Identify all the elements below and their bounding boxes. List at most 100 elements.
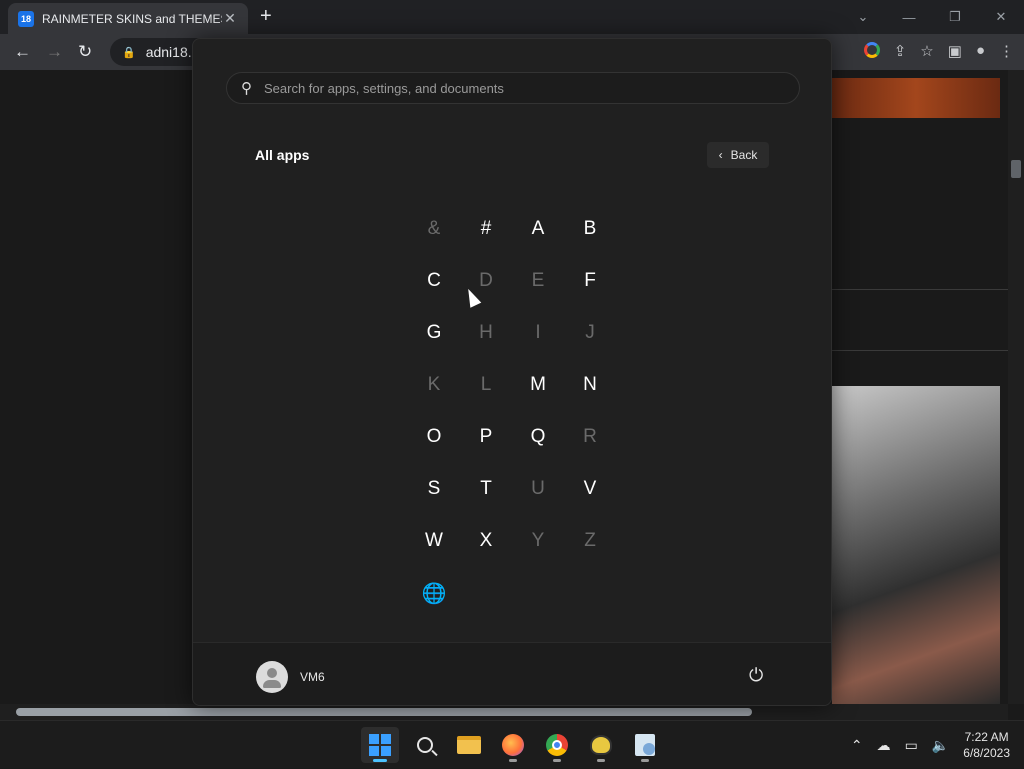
side-panel-icon[interactable]: ▣	[948, 42, 962, 60]
letter-k-button: K	[427, 374, 441, 395]
back-label: Back	[730, 148, 758, 162]
start-footer: VM6 ⏻	[193, 642, 831, 705]
search-placeholder: Search for apps, settings, and documents	[264, 80, 504, 96]
horizontal-scrollbar[interactable]	[0, 704, 1008, 720]
windows-logo-icon	[369, 734, 391, 756]
taskbar: ⌃ ☁ ▭ 🔈 7:22 AM 6/8/2023	[0, 720, 1024, 768]
bee-app-icon	[590, 735, 612, 755]
globe-icon: 🌐	[421, 582, 447, 605]
new-tab-button[interactable]: +	[260, 6, 272, 26]
url-text: adni18.c	[145, 44, 199, 60]
start-menu: ⚲ Search for apps, settings, and documen…	[192, 38, 832, 706]
clock[interactable]: 7:22 AM 6/8/2023	[963, 729, 1010, 761]
alphabet-grid: & # A B C D E F G H I J K L M N O P Q R S T U V W X Y Z 🌐	[408, 203, 616, 619]
profile-icon[interactable]: ●	[976, 42, 985, 60]
artwork-image	[832, 386, 1000, 704]
letter-c-button[interactable]: C	[408, 255, 460, 307]
chrome-icon	[546, 734, 568, 756]
onedrive-icon[interactable]: ☁	[877, 737, 891, 754]
letter-p-button[interactable]: P	[460, 411, 512, 463]
share-icon[interactable]: ⇪	[894, 42, 907, 60]
back-arrow-icon[interactable]: ←	[14, 42, 31, 62]
google-icon[interactable]	[863, 42, 880, 58]
menu-kebab-icon[interactable]: ⋮	[999, 42, 1014, 60]
letter-x-button[interactable]: X	[460, 515, 512, 567]
firefox-button[interactable]	[494, 727, 532, 763]
window-controls: ⌄ — ❐ ✕	[840, 0, 1024, 34]
search-icon	[417, 737, 433, 753]
vertical-scrollbar[interactable]	[1008, 70, 1024, 704]
file-explorer-button[interactable]	[450, 727, 488, 763]
letter-s-button[interactable]: S	[408, 463, 460, 515]
running-indicator	[509, 759, 517, 762]
browser-tab-bar: 18 RAINMETER SKINS and THEMES ✕ + ⌄ — ❐ …	[0, 0, 1024, 34]
scrollbar-thumb[interactable]	[16, 708, 752, 716]
date: 6/8/2023	[963, 746, 1010, 760]
user-avatar-icon[interactable]	[256, 661, 288, 693]
letter-ampersand-button: &	[427, 218, 441, 239]
letter-b-button[interactable]: B	[564, 203, 616, 255]
letter-n-button[interactable]: N	[564, 359, 616, 411]
search-icon: ⚲	[241, 80, 252, 97]
active-indicator	[373, 759, 387, 762]
restore-button[interactable]: ❐	[932, 0, 978, 34]
letter-g-button[interactable]: G	[408, 307, 460, 359]
divider	[832, 289, 1008, 290]
letter-q-button[interactable]: Q	[512, 411, 564, 463]
bookmark-star-icon[interactable]: ☆	[920, 42, 933, 60]
running-indicator	[553, 759, 561, 762]
letter-y-button: Y	[531, 530, 545, 551]
close-tab-icon[interactable]: ✕	[222, 10, 238, 27]
start-button[interactable]	[361, 727, 399, 763]
taskbar-search-button[interactable]	[406, 727, 444, 763]
toolbar-icons: ⇪ ☆ ▣ ● ⋮	[863, 42, 1014, 60]
letter-f-button[interactable]: F	[564, 255, 616, 307]
all-apps-title: All apps	[255, 147, 310, 163]
tab-search-icon[interactable]: ⌄	[840, 0, 886, 34]
letter-v-button[interactable]: V	[564, 463, 616, 515]
letter-u-button: U	[531, 478, 545, 499]
chevron-up-icon[interactable]: ⌃	[851, 737, 863, 754]
browser-tab[interactable]: 18 RAINMETER SKINS and THEMES ✕	[8, 3, 248, 34]
firefox-icon	[502, 734, 524, 756]
forward-arrow-icon[interactable]: →	[46, 42, 63, 62]
volume-icon[interactable]: 🔈	[932, 737, 949, 754]
letter-w-button[interactable]: W	[408, 515, 460, 567]
letter-o-button[interactable]: O	[408, 411, 460, 463]
letter-hash-button[interactable]: #	[460, 203, 512, 255]
letter-j-button: J	[585, 322, 595, 343]
time: 7:22 AM	[964, 730, 1009, 744]
letter-t-button[interactable]: T	[460, 463, 512, 515]
tab-title: RAINMETER SKINS and THEMES	[42, 11, 222, 26]
lock-icon: 🔒	[122, 46, 136, 59]
chrome-button[interactable]	[538, 727, 576, 763]
letter-z-button: Z	[584, 530, 596, 551]
letter-m-button[interactable]: M	[512, 359, 564, 411]
user-name[interactable]: VM6	[300, 670, 325, 684]
network-icon[interactable]: ▭	[905, 737, 918, 754]
system-tray: ⌃ ☁ ▭ 🔈 7:22 AM 6/8/2023	[851, 721, 1024, 769]
page-banner-image	[832, 78, 1000, 118]
power-icon[interactable]: ⏻	[749, 665, 763, 686]
chevron-left-icon: ‹	[718, 148, 723, 162]
letter-a-button[interactable]: A	[512, 203, 564, 255]
reload-icon[interactable]: ↻	[78, 42, 92, 62]
document-app-icon	[635, 734, 655, 756]
divider	[832, 350, 1008, 351]
close-window-button[interactable]: ✕	[978, 0, 1024, 34]
site-favicon-icon: 18	[18, 10, 34, 27]
letter-e-button: E	[531, 270, 545, 291]
letter-r-button: R	[583, 426, 597, 447]
running-indicator	[641, 759, 649, 762]
bee-app-button[interactable]	[582, 727, 620, 763]
running-indicator	[597, 759, 605, 762]
letter-h-button: H	[479, 322, 493, 343]
back-button[interactable]: ‹ Back	[707, 142, 769, 168]
folder-icon	[457, 736, 481, 754]
letter-l-button: L	[480, 374, 492, 395]
document-app-button[interactable]	[626, 727, 664, 763]
minimize-button[interactable]: —	[886, 0, 932, 34]
start-search-input[interactable]: ⚲ Search for apps, settings, and documen…	[226, 72, 800, 104]
scrollbar-thumb[interactable]	[1011, 160, 1021, 178]
letter-i-button: I	[535, 322, 541, 343]
